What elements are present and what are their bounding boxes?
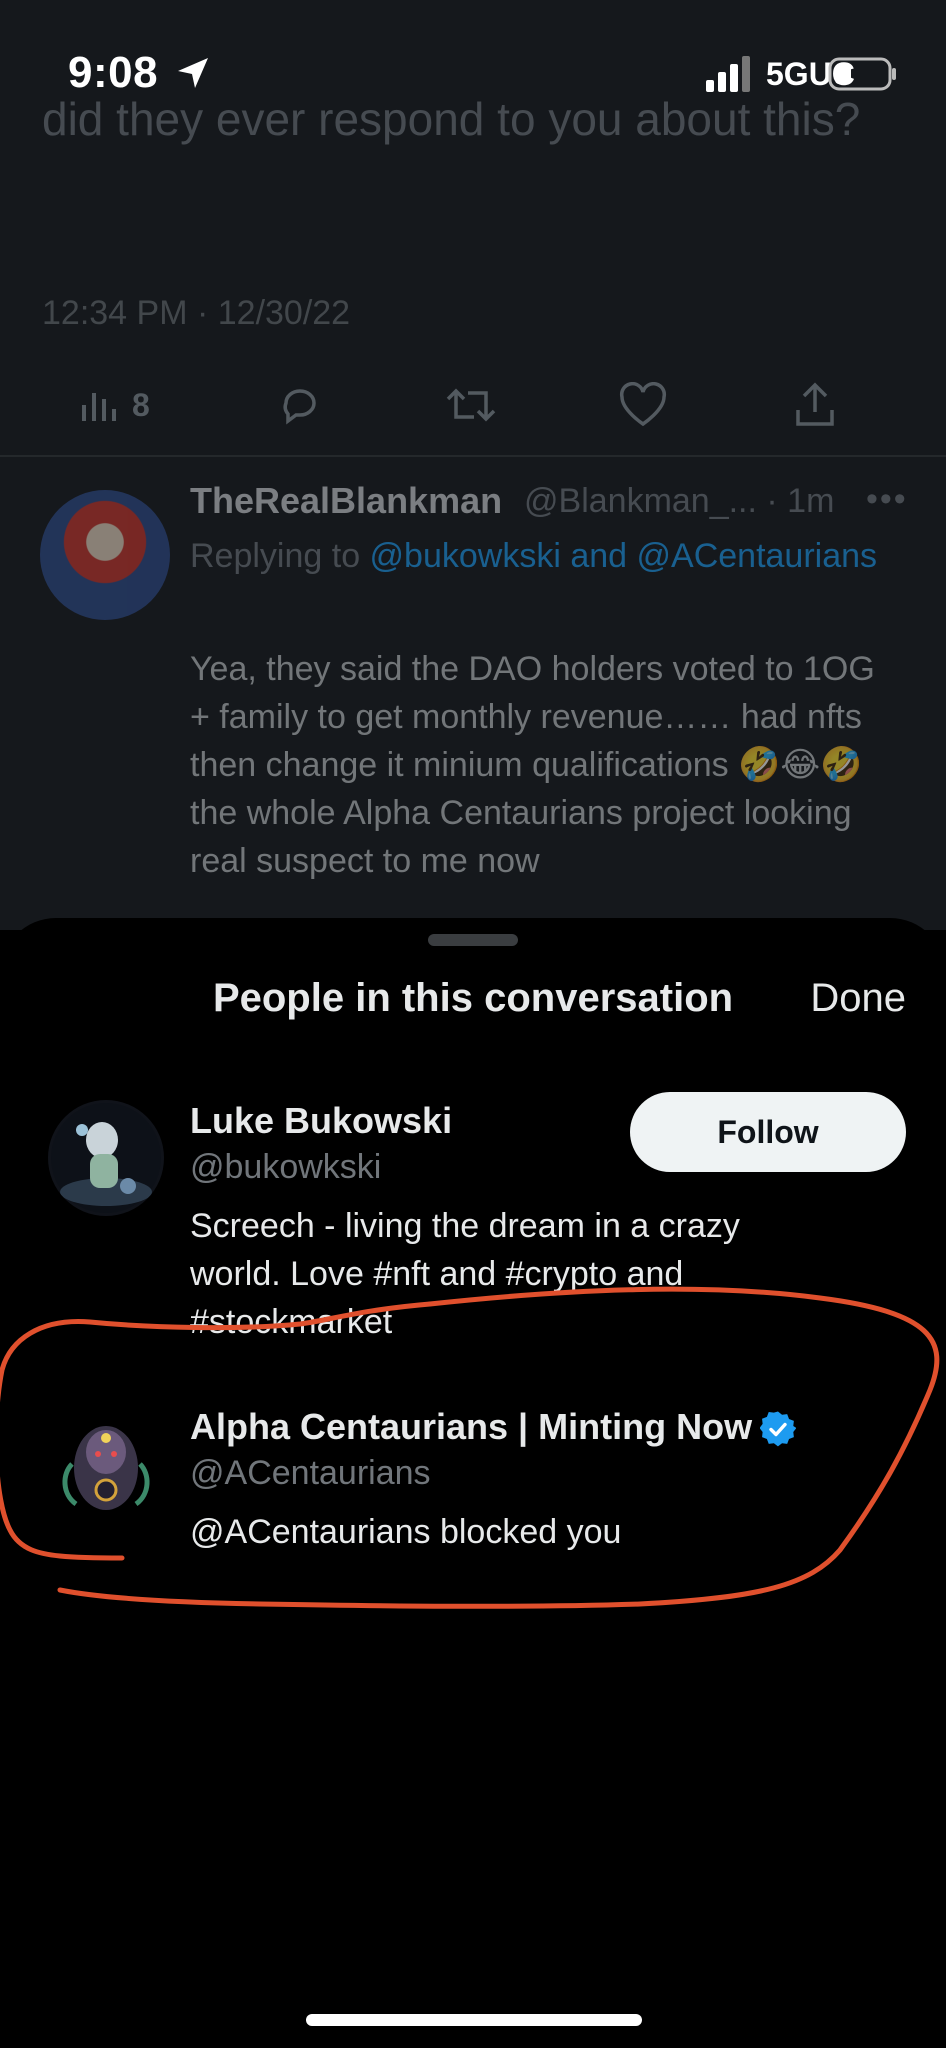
people-sheet: People in this conversation Done Luke Bu… <box>0 918 946 2048</box>
tweet-timestamp: 12:34 PM · 12/30/22 <box>42 294 351 332</box>
divider <box>0 455 946 457</box>
share-button[interactable] <box>792 370 838 440</box>
reply-handle-text: @Blankman_... <box>524 482 757 520</box>
verified-badge-icon <box>760 1411 797 1447</box>
sheet-title: People in this conversation <box>212 976 734 1020</box>
avatar-image-icon <box>48 1100 164 1216</box>
battery-icon <box>828 57 896 91</box>
reply-button[interactable] <box>276 370 324 440</box>
home-indicator[interactable] <box>306 2014 642 2026</box>
replying-to-links[interactable]: @bukowkski and @ACentaurians <box>370 537 878 575</box>
share-icon <box>796 382 834 426</box>
like-button[interactable] <box>618 370 668 440</box>
replying-to: Replying to @bukowkski and @ACentaurians <box>190 530 890 582</box>
reply-body: Yea, they said the DAO holders voted to … <box>190 650 875 880</box>
more-icon[interactable]: ••• <box>866 480 908 519</box>
person-name[interactable]: Luke Bukowski <box>190 1100 452 1142</box>
avatar-image-icon <box>48 1408 164 1524</box>
person-bio: Screech - living the dream in a crazy wo… <box>190 1207 740 1341</box>
reply-author-handle: @Blankman_... · 1m <box>524 482 834 521</box>
person-handle[interactable]: @bukowkski <box>190 1148 381 1187</box>
done-button[interactable]: Done <box>810 976 906 1021</box>
views-icon <box>82 393 116 421</box>
sheet-grabber[interactable] <box>428 934 518 946</box>
follow-button[interactable]: Follow <box>630 1092 906 1172</box>
signal-icon <box>706 56 750 92</box>
retweet-button[interactable] <box>444 370 498 440</box>
reply-icon <box>283 389 316 425</box>
status-time: 9:08 <box>68 48 159 97</box>
reply-age: · 1m <box>766 482 835 520</box>
reply-author-name[interactable]: TheRealBlankman <box>190 480 502 522</box>
retweet-icon <box>446 388 496 422</box>
person-handle[interactable]: @ACentaurians <box>190 1454 431 1493</box>
views-button[interactable]: 8 <box>78 370 150 440</box>
views-count: 8 <box>132 386 150 423</box>
reply-tweet[interactable]: TheRealBlankman @Blankman_... · 1m ••• R… <box>0 480 946 930</box>
heart-icon <box>619 382 667 427</box>
avatar[interactable] <box>48 1100 164 1216</box>
location-arrow-icon <box>178 58 208 88</box>
replying-prefix: Replying to <box>190 537 370 575</box>
status-bar: 9:08 5GUC <box>0 0 946 140</box>
avatar[interactable] <box>48 1408 164 1524</box>
person-name-text: Alpha Centaurians | Minting Now <box>190 1406 753 1447</box>
avatar[interactable] <box>40 490 170 620</box>
person-bio: @ACentaurians blocked you <box>190 1513 622 1551</box>
person-name[interactable]: Alpha Centaurians | Minting Now <box>190 1406 797 1448</box>
tweet-actions: 8 <box>0 370 946 440</box>
